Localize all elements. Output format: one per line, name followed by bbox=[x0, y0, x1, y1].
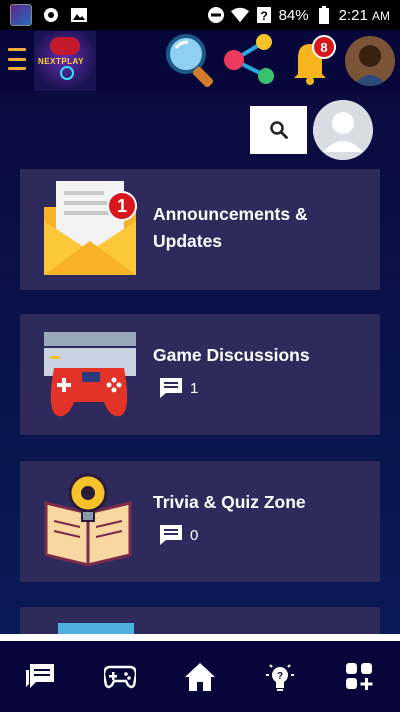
comment-count: 0 bbox=[160, 525, 198, 545]
chat-icon bbox=[26, 663, 54, 688]
chat-notification-icon bbox=[42, 6, 60, 24]
category-title: Game Discussions bbox=[153, 345, 310, 365]
category-card-trivia-quiz[interactable]: Trivia & Quiz Zone 0 bbox=[20, 461, 380, 582]
do-not-disturb-icon bbox=[207, 6, 225, 24]
category-card-game-discussions[interactable]: Game Discussions 1 bbox=[20, 314, 380, 435]
home-icon bbox=[185, 662, 215, 691]
category-icon-partial bbox=[58, 623, 134, 634]
home-nav-button[interactable] bbox=[180, 657, 220, 697]
category-card-partial[interactable] bbox=[20, 607, 380, 634]
comment-icon bbox=[160, 378, 182, 398]
svg-text:?: ? bbox=[277, 671, 283, 682]
chat-nav-button[interactable] bbox=[20, 657, 60, 697]
user-avatar[interactable] bbox=[313, 100, 373, 160]
gamepad-icon bbox=[104, 665, 136, 688]
bottom-navigation: ? bbox=[0, 641, 400, 712]
search-icon[interactable] bbox=[158, 30, 224, 92]
comment-count: 1 bbox=[160, 378, 198, 398]
app-logo[interactable]: NEXTPLAY bbox=[34, 31, 96, 91]
category-card-announcements[interactable]: 1 Announcements & Updates bbox=[20, 169, 380, 290]
lightbulb-icon: ? bbox=[266, 663, 294, 691]
svg-text:?: ? bbox=[260, 9, 267, 23]
games-nav-button[interactable] bbox=[100, 657, 140, 697]
clock-time: 2:21 AM bbox=[338, 6, 390, 24]
app-header: NEXTPLAY 8 bbox=[0, 30, 400, 92]
image-notification-icon bbox=[70, 6, 88, 24]
unread-badge: 1 bbox=[107, 191, 137, 221]
app-notification-icon bbox=[10, 4, 32, 26]
gamepad-icon bbox=[42, 332, 136, 425]
forum-categories: 1 Announcements & Updates Game Discussio… bbox=[0, 92, 400, 634]
wifi-icon bbox=[230, 6, 249, 24]
battery-percent: 84% bbox=[278, 6, 309, 24]
category-title: Announcements & Updates bbox=[153, 204, 308, 251]
menu-icon[interactable] bbox=[8, 48, 26, 70]
lightbulb-book-icon bbox=[42, 473, 134, 574]
profile-avatar[interactable] bbox=[345, 36, 395, 86]
comment-icon bbox=[160, 525, 182, 545]
signal-icon: ? bbox=[255, 6, 273, 24]
nav-divider bbox=[0, 634, 400, 641]
status-bar: ? 84% 2:21 AM bbox=[0, 0, 400, 30]
notification-count-badge: 8 bbox=[312, 35, 336, 59]
add-grid-icon bbox=[346, 662, 373, 690]
search-icon bbox=[269, 121, 288, 139]
battery-icon bbox=[315, 6, 333, 24]
ideas-nav-button[interactable]: ? bbox=[260, 657, 300, 697]
search-button[interactable] bbox=[250, 106, 307, 154]
category-title: Trivia & Quiz Zone bbox=[153, 492, 306, 512]
more-nav-button[interactable] bbox=[340, 657, 380, 697]
share-icon[interactable] bbox=[220, 30, 280, 92]
